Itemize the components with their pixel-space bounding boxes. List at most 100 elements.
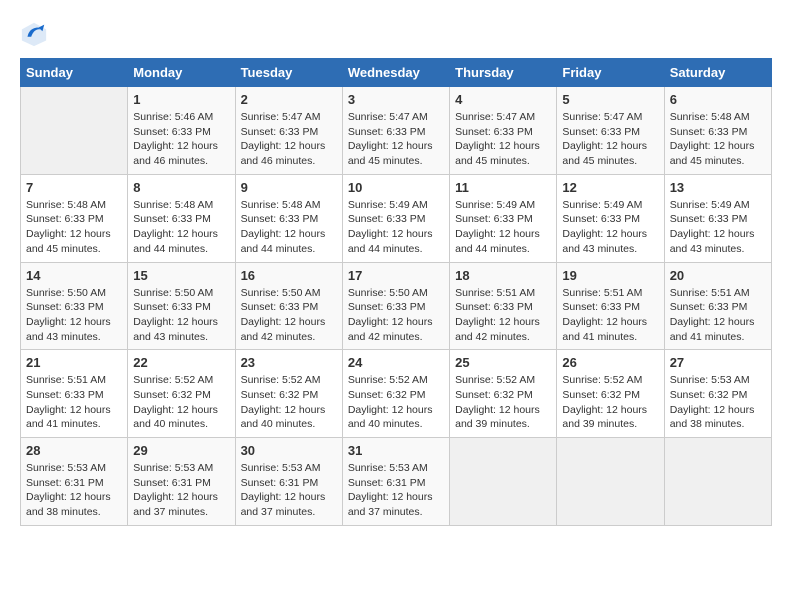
day-info: Sunrise: 5:50 AMSunset: 6:33 PMDaylight:… <box>241 286 337 345</box>
calendar-cell: 31 Sunrise: 5:53 AMSunset: 6:31 PMDayligh… <box>342 438 449 526</box>
day-info: Sunrise: 5:51 AMSunset: 6:33 PMDaylight:… <box>455 286 551 345</box>
week-row-2: 7 Sunrise: 5:48 AMSunset: 6:33 PMDaylight… <box>21 174 772 262</box>
day-info: Sunrise: 5:53 AMSunset: 6:31 PMDaylight:… <box>26 461 122 520</box>
calendar-cell: 29 Sunrise: 5:53 AMSunset: 6:31 PMDayligh… <box>128 438 235 526</box>
calendar-cell: 22 Sunrise: 5:52 AMSunset: 6:32 PMDayligh… <box>128 350 235 438</box>
day-number: 8 <box>133 180 229 195</box>
week-row-5: 28Sunrise: 5:53 AMSunset: 6:31 PMDayligh… <box>21 438 772 526</box>
day-info: Sunrise: 5:52 AMSunset: 6:32 PMDaylight:… <box>455 373 551 432</box>
day-number: 5 <box>562 92 658 107</box>
day-info: Sunrise: 5:48 AMSunset: 6:33 PMDaylight:… <box>241 198 337 257</box>
header-sunday: Sunday <box>21 59 128 87</box>
calendar-cell: 6 Sunrise: 5:48 AMSunset: 6:33 PMDaylight… <box>664 87 771 175</box>
day-info: Sunrise: 5:53 AMSunset: 6:31 PMDaylight:… <box>133 461 229 520</box>
calendar-cell: 1 Sunrise: 5:46 AMSunset: 6:33 PMDaylight… <box>128 87 235 175</box>
day-info: Sunrise: 5:52 AMSunset: 6:32 PMDaylight:… <box>133 373 229 432</box>
day-info: Sunrise: 5:47 AMSunset: 6:33 PMDaylight:… <box>562 110 658 169</box>
day-info: Sunrise: 5:52 AMSunset: 6:32 PMDaylight:… <box>348 373 444 432</box>
calendar-cell: 12Sunrise: 5:49 AMSunset: 6:33 PMDayligh… <box>557 174 664 262</box>
day-number: 7 <box>26 180 122 195</box>
calendar-cell <box>664 438 771 526</box>
day-number: 10 <box>348 180 444 195</box>
page-header <box>20 20 772 48</box>
day-number: 15 <box>133 268 229 283</box>
day-number: 30 <box>241 443 337 458</box>
day-info: Sunrise: 5:53 AMSunset: 6:31 PMDaylight:… <box>348 461 444 520</box>
header-wednesday: Wednesday <box>342 59 449 87</box>
calendar-cell: 7 Sunrise: 5:48 AMSunset: 6:33 PMDaylight… <box>21 174 128 262</box>
week-row-3: 14 Sunrise: 5:50 AMSunset: 6:33 PMDayligh… <box>21 262 772 350</box>
calendar-cell: 27 Sunrise: 5:53 AMSunset: 6:32 PMDayligh… <box>664 350 771 438</box>
day-number: 29 <box>133 443 229 458</box>
day-info: Sunrise: 5:48 AMSunset: 6:33 PMDaylight:… <box>26 198 122 257</box>
week-row-1: 1 Sunrise: 5:46 AMSunset: 6:33 PMDaylight… <box>21 87 772 175</box>
calendar-cell: 21 Sunrise: 5:51 AMSunset: 6:33 PMDayligh… <box>21 350 128 438</box>
day-number: 16 <box>241 268 337 283</box>
day-number: 6 <box>670 92 766 107</box>
calendar-cell: 23 Sunrise: 5:52 AMSunset: 6:32 PMDayligh… <box>235 350 342 438</box>
day-number: 18 <box>455 268 551 283</box>
day-number: 11 <box>455 180 551 195</box>
day-number: 25 <box>455 355 551 370</box>
calendar-cell: 13 Sunrise: 5:49 AMSunset: 6:33 PMDayligh… <box>664 174 771 262</box>
day-info: Sunrise: 5:47 AMSunset: 6:33 PMDaylight:… <box>348 110 444 169</box>
day-info: Sunrise: 5:46 AMSunset: 6:33 PMDaylight:… <box>133 110 229 169</box>
calendar-cell: 4 Sunrise: 5:47 AMSunset: 6:33 PMDaylight… <box>450 87 557 175</box>
calendar-cell: 24 Sunrise: 5:52 AMSunset: 6:32 PMDayligh… <box>342 350 449 438</box>
calendar-cell: 30Sunrise: 5:53 AMSunset: 6:31 PMDayligh… <box>235 438 342 526</box>
day-number: 17 <box>348 268 444 283</box>
header-saturday: Saturday <box>664 59 771 87</box>
day-info: Sunrise: 5:48 AMSunset: 6:33 PMDaylight:… <box>133 198 229 257</box>
header-monday: Monday <box>128 59 235 87</box>
day-number: 27 <box>670 355 766 370</box>
calendar-cell <box>21 87 128 175</box>
day-info: Sunrise: 5:50 AMSunset: 6:33 PMDaylight:… <box>348 286 444 345</box>
calendar-cell: 14 Sunrise: 5:50 AMSunset: 6:33 PMDayligh… <box>21 262 128 350</box>
day-info: Sunrise: 5:47 AMSunset: 6:33 PMDaylight:… <box>241 110 337 169</box>
logo-icon <box>20 20 48 48</box>
day-info: Sunrise: 5:51 AMSunset: 6:33 PMDaylight:… <box>26 373 122 432</box>
day-number: 23 <box>241 355 337 370</box>
day-number: 21 <box>26 355 122 370</box>
calendar-cell: 9 Sunrise: 5:48 AMSunset: 6:33 PMDaylight… <box>235 174 342 262</box>
calendar-header-row: SundayMondayTuesdayWednesdayThursdayFrid… <box>21 59 772 87</box>
header-friday: Friday <box>557 59 664 87</box>
day-info: Sunrise: 5:52 AMSunset: 6:32 PMDaylight:… <box>241 373 337 432</box>
day-info: Sunrise: 5:48 AMSunset: 6:33 PMDaylight:… <box>670 110 766 169</box>
calendar-cell: 5 Sunrise: 5:47 AMSunset: 6:33 PMDaylight… <box>557 87 664 175</box>
week-row-4: 21 Sunrise: 5:51 AMSunset: 6:33 PMDayligh… <box>21 350 772 438</box>
calendar-cell: 18 Sunrise: 5:51 AMSunset: 6:33 PMDayligh… <box>450 262 557 350</box>
calendar-cell: 3 Sunrise: 5:47 AMSunset: 6:33 PMDaylight… <box>342 87 449 175</box>
day-info: Sunrise: 5:50 AMSunset: 6:33 PMDaylight:… <box>26 286 122 345</box>
calendar-cell: 16 Sunrise: 5:50 AMSunset: 6:33 PMDayligh… <box>235 262 342 350</box>
day-number: 4 <box>455 92 551 107</box>
day-number: 26 <box>562 355 658 370</box>
day-number: 2 <box>241 92 337 107</box>
day-info: Sunrise: 5:49 AMSunset: 6:33 PMDaylight:… <box>670 198 766 257</box>
day-info: Sunrise: 5:52 AMSunset: 6:32 PMDaylight:… <box>562 373 658 432</box>
day-info: Sunrise: 5:53 AMSunset: 6:32 PMDaylight:… <box>670 373 766 432</box>
day-info: Sunrise: 5:47 AMSunset: 6:33 PMDaylight:… <box>455 110 551 169</box>
calendar-cell: 17 Sunrise: 5:50 AMSunset: 6:33 PMDayligh… <box>342 262 449 350</box>
calendar-cell: 26 Sunrise: 5:52 AMSunset: 6:32 PMDayligh… <box>557 350 664 438</box>
day-number: 9 <box>241 180 337 195</box>
header-tuesday: Tuesday <box>235 59 342 87</box>
calendar-cell <box>450 438 557 526</box>
day-number: 22 <box>133 355 229 370</box>
day-number: 13 <box>670 180 766 195</box>
day-info: Sunrise: 5:49 AMSunset: 6:33 PMDaylight:… <box>348 198 444 257</box>
calendar-cell: 8 Sunrise: 5:48 AMSunset: 6:33 PMDaylight… <box>128 174 235 262</box>
day-number: 31 <box>348 443 444 458</box>
logo <box>20 20 52 48</box>
day-number: 3 <box>348 92 444 107</box>
day-number: 14 <box>26 268 122 283</box>
header-thursday: Thursday <box>450 59 557 87</box>
day-number: 1 <box>133 92 229 107</box>
day-info: Sunrise: 5:51 AMSunset: 6:33 PMDaylight:… <box>670 286 766 345</box>
day-number: 24 <box>348 355 444 370</box>
calendar-cell: 28Sunrise: 5:53 AMSunset: 6:31 PMDayligh… <box>21 438 128 526</box>
calendar-cell: 19Sunrise: 5:51 AMSunset: 6:33 PMDayligh… <box>557 262 664 350</box>
calendar-cell: 11Sunrise: 5:49 AMSunset: 6:33 PMDayligh… <box>450 174 557 262</box>
calendar-cell: 15Sunrise: 5:50 AMSunset: 6:33 PMDayligh… <box>128 262 235 350</box>
day-number: 12 <box>562 180 658 195</box>
